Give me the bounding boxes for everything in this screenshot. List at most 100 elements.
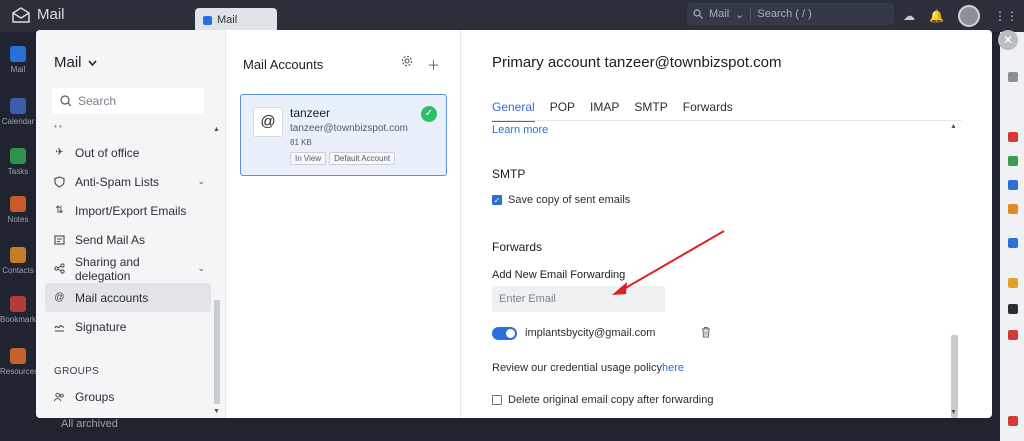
close-icon[interactable]: ✕ [998, 30, 1018, 50]
save-sent-copy-row[interactable]: ✓ Save copy of sent emails [492, 194, 630, 206]
groups-icon [54, 391, 65, 402]
bell-icon[interactable]: 🔔 [929, 9, 944, 23]
search-icon [693, 9, 703, 19]
chevron-down-icon[interactable]: ⌄ [197, 176, 205, 187]
groups-heading: GROUPS [54, 366, 100, 377]
bookmark-icon [10, 296, 26, 312]
scroll-down-icon[interactable]: ▼ [950, 409, 957, 416]
scroll-up-icon[interactable]: ▲ [213, 126, 220, 133]
new-badge-icon[interactable] [1008, 132, 1018, 142]
tab-pop[interactable]: POP [550, 100, 575, 122]
credential-policy-text: Review our credential usage policy [492, 362, 662, 374]
forward-email-input[interactable] [492, 286, 665, 312]
rail-item-mail[interactable]: Mail [0, 46, 36, 74]
groups-list: Groups [45, 382, 211, 411]
nav-item-groups[interactable]: Groups [45, 382, 211, 411]
nav-item-label: Groups [75, 389, 115, 404]
mail-tab[interactable]: Mail [195, 8, 277, 32]
at-icon: @ [54, 292, 65, 303]
learn-more-link[interactable]: Learn more [492, 124, 548, 136]
nav-item-send-mail-as[interactable]: Send Mail As [45, 225, 211, 254]
app-rail: Mail Calendar Tasks Notes Contacts Bookm… [0, 32, 40, 441]
user-avatar[interactable] [957, 5, 980, 27]
tab-forwards[interactable]: Forwards [683, 100, 733, 122]
mail-logo-icon [12, 6, 30, 23]
top-actions: ☁ 🔔 ⋮⋮ [903, 5, 1018, 27]
chevron-down-icon[interactable]: ⌄ [197, 263, 205, 274]
clipped-nav-item: • • [54, 122, 62, 131]
rail-item-resources[interactable]: Resources [0, 348, 38, 376]
nav-item-import-export-emails[interactable]: ⇅ Import/Export Emails [45, 196, 211, 225]
account-size: 81 KB [290, 138, 312, 147]
search-scope-select[interactable]: Mail [709, 8, 729, 20]
account-detail-title: Primary account tanzeer@townbizspot.com [492, 54, 782, 71]
nav-item-anti-spam-lists[interactable]: Anti-Spam Lists ⌄ [45, 167, 211, 196]
plus-icon[interactable]: ＋ [427, 55, 440, 74]
gear-icon[interactable] [1008, 72, 1018, 82]
rail-item-notes[interactable]: Notes [0, 196, 36, 224]
app-logo[interactable]: Mail [12, 6, 65, 23]
scroll-down-icon[interactable]: ▼ [213, 408, 220, 415]
rail-item-contacts[interactable]: Contacts [0, 247, 36, 275]
message-icon[interactable] [1008, 416, 1018, 426]
bolt-icon[interactable] [1008, 304, 1018, 314]
content-scrollbar[interactable]: ▲ ▼ [949, 123, 959, 418]
global-search[interactable]: Mail ⌄ Search ( / ) [687, 3, 894, 25]
tab-smtp[interactable]: SMTP [634, 100, 667, 122]
cloud-icon[interactable] [1008, 238, 1018, 248]
app-grid-icon[interactable]: ⋮⋮ [994, 9, 1018, 23]
credential-policy-link[interactable]: here [662, 362, 684, 374]
add-forward-label: Add New Email Forwarding [492, 269, 626, 281]
nav-item-signature[interactable]: Signature [45, 312, 211, 341]
delete-original-label: Delete original email copy after forward… [508, 394, 714, 406]
nav-scroll-thumb[interactable] [214, 300, 220, 404]
cloud-upload-icon[interactable]: ☁ [903, 9, 915, 23]
delete-original-checkbox[interactable] [492, 395, 502, 405]
account-card[interactable]: @ tanzeer tanzeer@townbizspot.com 81 KB … [240, 94, 447, 176]
tab-general[interactable]: General [492, 100, 535, 122]
rail-item-tasks[interactable]: Tasks [0, 148, 36, 176]
save-sent-copy-checkbox[interactable]: ✓ [492, 195, 502, 205]
forwards-heading: Forwards [492, 240, 543, 254]
bottom-strip: All archived [36, 418, 1000, 441]
tab-imap[interactable]: IMAP [590, 100, 619, 122]
forward-address-row: implantsbycity@gmail.com [492, 324, 722, 342]
chat-icon[interactable] [1008, 330, 1018, 340]
forward-toggle[interactable] [492, 326, 517, 340]
nav-item-mail-accounts[interactable]: @ Mail accounts [45, 283, 211, 312]
settings-section-select[interactable]: Mail [54, 54, 97, 71]
nav-item-out-of-office[interactable]: ✈ Out of office [45, 138, 211, 167]
rail-item-bookmarks[interactable]: Bookmarks [0, 296, 40, 324]
account-name: tanzeer [290, 106, 331, 120]
at-icon: @ [253, 107, 283, 137]
forward-address: implantsbycity@gmail.com [525, 327, 656, 339]
contacts-icon [10, 247, 26, 263]
settings-search-input[interactable] [78, 94, 198, 108]
default-account-badge: Default Account [329, 152, 396, 165]
delete-original-row[interactable]: Delete original email copy after forward… [492, 394, 713, 406]
account-settings-content: Learn more SMTP ✓ Save copy of sent emai… [492, 123, 952, 418]
mail-icon [10, 46, 26, 62]
integration-icon[interactable] [1008, 180, 1018, 190]
nav-item-sharing-and-delegation[interactable]: Sharing and delegation ⌄ [45, 254, 211, 283]
gear-icon[interactable] [401, 55, 413, 74]
extension-icon[interactable] [1008, 156, 1018, 166]
nav-scrollbar[interactable]: ▲ ▼ [212, 126, 220, 418]
account-tabs: General POP IMAP SMTP Forwards [492, 100, 733, 122]
nav-item-label: Anti-Spam Lists [75, 174, 160, 189]
nav-item-label: Send Mail As [75, 232, 146, 247]
settings-search[interactable] [52, 88, 204, 114]
mail-tab-label: Mail [217, 14, 238, 26]
plus-icon[interactable] [1008, 278, 1018, 288]
rail-item-calendar[interactable]: Calendar [0, 98, 36, 126]
top-bar: Mail Mail Mail ⌄ Search ( / ) ☁ 🔔 ⋮⋮ [0, 0, 1024, 32]
nav-item-label: Signature [75, 319, 127, 334]
tabs-divider [492, 120, 962, 121]
trash-icon[interactable] [701, 326, 711, 338]
widget-icon[interactable] [1008, 204, 1018, 214]
global-search-placeholder: Search ( / ) [757, 8, 812, 20]
mail-accounts-title: Mail Accounts [243, 57, 324, 72]
smtp-heading: SMTP [492, 167, 526, 181]
content-scroll-thumb[interactable] [951, 335, 958, 418]
scroll-up-icon[interactable]: ▲ [950, 123, 957, 130]
